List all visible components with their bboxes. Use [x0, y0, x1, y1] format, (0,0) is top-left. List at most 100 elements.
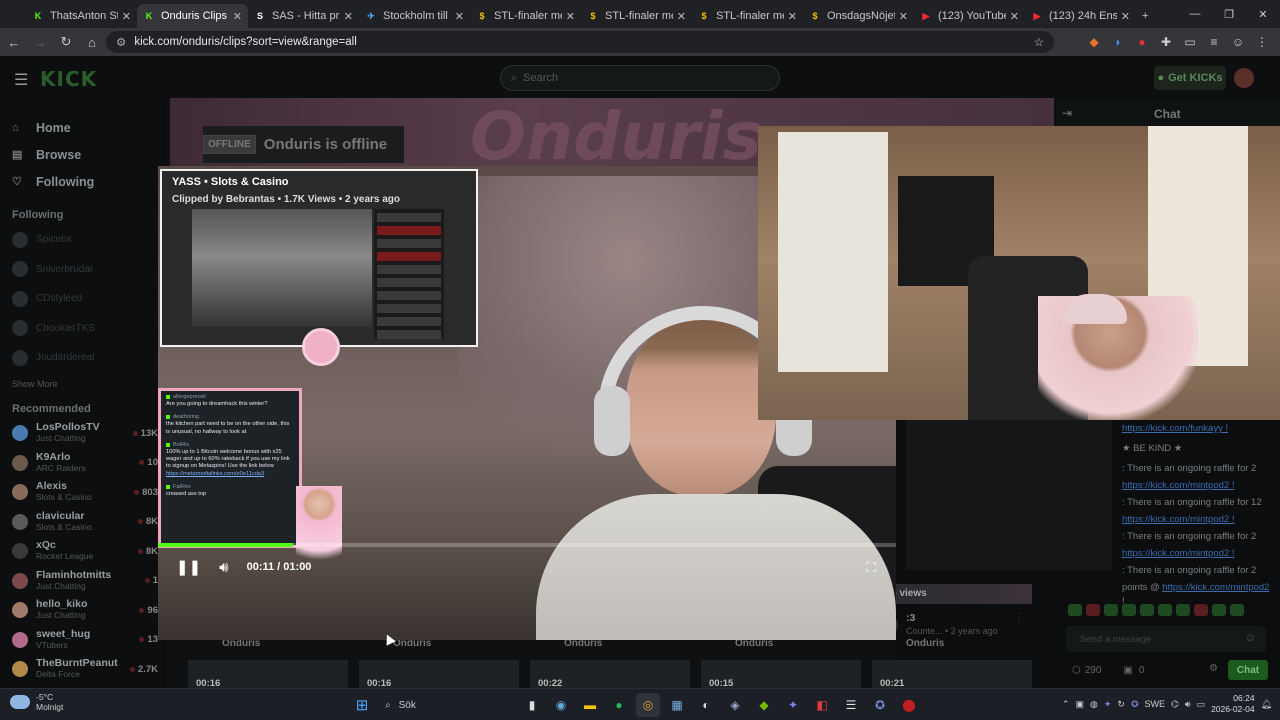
nvidia-icon[interactable]: ◆ — [752, 693, 776, 717]
forward-icon[interactable]: → — [28, 30, 52, 54]
app-red-icon[interactable]: ◧ — [810, 693, 834, 717]
sidebar-nav-item[interactable]: ▤ Browse — [0, 141, 166, 168]
tab-close-icon[interactable]: ✕ — [122, 10, 131, 23]
home-browser-icon[interactable]: ⌂ — [80, 30, 104, 54]
site-info-icon[interactable]: ⚙ — [116, 35, 126, 49]
browser-tab[interactable]: $ STL-finaler med V ✕ — [692, 4, 803, 28]
tray-chevron-icon[interactable]: ⌃ — [1062, 699, 1070, 710]
tray-app1-icon[interactable]: ▣ — [1076, 699, 1085, 710]
reading-list-icon[interactable]: ≡ — [1204, 32, 1224, 52]
browser-tab[interactable]: $ STL-finaler med V ✕ — [470, 4, 581, 28]
network-icon[interactable]: ⌬ — [1171, 699, 1179, 710]
overlay-chat-link[interactable]: https://metamedialinks.com/e0e11cda3 — [166, 471, 264, 477]
maximize-icon[interactable]: ❐ — [1212, 0, 1246, 28]
profile-avatar-icon[interactable]: ☺ — [1228, 32, 1248, 52]
tab-close-icon[interactable]: ✕ — [788, 10, 797, 23]
hamburger-menu-icon[interactable]: ☰ — [14, 70, 28, 90]
tab-close-icon[interactable]: ✕ — [233, 10, 242, 23]
chrome-icon[interactable]: ◎ — [636, 693, 660, 717]
clip-channel-name[interactable]: Onduris — [906, 638, 944, 649]
search-input[interactable]: ⌕ Search — [500, 65, 780, 91]
tab-close-icon[interactable]: ✕ — [677, 10, 686, 23]
browser-tab[interactable]: ✈ Stockholm till Me ✕ — [359, 4, 470, 28]
collapse-chat-icon[interactable]: ⇥ — [1062, 106, 1072, 120]
recommended-channel[interactable]: xQc Rocket League 8K — [0, 537, 166, 567]
clock[interactable]: 06:24 2026-02-04 — [1211, 693, 1254, 715]
clip-card[interactable]: 316 views:3 Counte... • 2 years ago Onduri… — [872, 584, 1032, 688]
volume-tray-icon[interactable]: 🔊︎ — [1185, 699, 1191, 710]
emote-icon[interactable] — [1212, 604, 1226, 616]
emoji-icon[interactable]: ☺ — [1245, 632, 1256, 644]
extension-wave-icon[interactable]: ◗ — [1108, 32, 1128, 52]
close-window-icon[interactable]: ✕ — [1246, 0, 1280, 28]
emote-icon[interactable] — [1104, 604, 1118, 616]
browser-tab[interactable]: $ OnsdagsNöjet - T ✕ — [803, 4, 914, 28]
browser-tab[interactable]: ▶ (123) YouTube ✕ — [914, 4, 1025, 28]
following-item[interactable]: Joudardereal — [0, 343, 166, 373]
extensions-puzzle-icon[interactable]: ✚ — [1156, 32, 1176, 52]
battery-icon[interactable]: ▭ — [1197, 699, 1206, 710]
clip-progress-bar[interactable] — [158, 543, 896, 547]
get-kicks-button[interactable]: ● Get KICKs — [1154, 66, 1226, 90]
browser-tab[interactable]: S SAS - Hitta prisvä ✕ — [248, 4, 359, 28]
browser-tab[interactable]: $ STL-finaler med V ✕ — [581, 4, 692, 28]
copilot-icon[interactable]: ◉ — [549, 693, 573, 717]
tab-close-icon[interactable]: ✕ — [455, 10, 464, 23]
spotify-icon[interactable]: ● — [607, 693, 631, 717]
file-explorer-icon[interactable]: ▬ — [578, 693, 602, 717]
recommended-channel[interactable]: Alexis Slots & Casino 803 — [0, 478, 166, 508]
browser-tab[interactable]: ▶ (123) 24h Ensam ✕ — [1025, 4, 1136, 28]
chat-link[interactable]: https://kick.com/mintpod2 ! — [1122, 480, 1234, 491]
minimize-icon[interactable]: — — [1178, 0, 1212, 28]
sidebar-nav-item[interactable]: ⌂ Home — [0, 114, 166, 141]
reload-icon[interactable]: ↻ — [54, 30, 78, 54]
clip-thumbnail[interactable]: 316 views — [872, 584, 1032, 604]
recommended-channel[interactable]: hello_kiko Just Chatting 96 — [0, 596, 166, 626]
recommended-channel[interactable]: LosPollosTV Just Chatting 13K — [0, 419, 166, 449]
tray-refresh-icon[interactable]: ↻ — [1117, 699, 1125, 710]
tab-close-icon[interactable]: ✕ — [1010, 10, 1019, 23]
kick-logo[interactable]: KICK — [40, 67, 97, 91]
gift-icon[interactable]: ▣ — [1123, 665, 1132, 676]
browser-tab[interactable]: K ThatsAnton Strea ✕ — [26, 4, 137, 28]
emote-icon[interactable] — [1086, 604, 1100, 616]
emote-icon[interactable] — [1176, 604, 1190, 616]
chat-link[interactable]: https://kick.com/mintpod2 — [1162, 582, 1269, 593]
recommended-channel[interactable]: Flaminhotmitts Just Chatting 1 — [0, 566, 166, 596]
chat-link[interactable]: https://kick.com/mintpod2 ! — [1122, 514, 1234, 525]
clip-menu-icon[interactable]: ⋮ — [1014, 612, 1024, 623]
chat-link[interactable]: https://kick.com/funkayy ! — [1122, 423, 1228, 434]
url-field[interactable]: ⚙ kick.com/onduris/clips?sort=view&range… — [106, 31, 1054, 53]
following-item[interactable]: Sniverbrudar — [0, 255, 166, 285]
steam-icon[interactable]: ◈ — [723, 693, 747, 717]
pause-icon[interactable]: ❚❚ — [176, 558, 201, 576]
chat-message-input[interactable]: Send a message ☺ — [1066, 626, 1266, 652]
tray-discord-icon[interactable]: ✪ — [1131, 699, 1139, 710]
weather-widget[interactable]: -5°C Molnigt — [10, 692, 63, 712]
back-icon[interactable]: ← — [2, 30, 26, 54]
cast-icon[interactable]: ▭ — [1180, 32, 1200, 52]
emote-icon[interactable] — [1158, 604, 1172, 616]
discord-icon[interactable]: ✪ — [868, 693, 892, 717]
volume-icon[interactable]: 🔊︎ — [219, 559, 228, 576]
browser-tab[interactable]: K Onduris Clips ✕ — [137, 4, 248, 28]
emote-icon[interactable] — [1140, 604, 1154, 616]
recommended-channel[interactable]: clavicular Slots & Casino 8K — [0, 507, 166, 537]
fullscreen-icon[interactable]: ⛶ — [866, 559, 876, 576]
show-more-link[interactable]: Show More — [0, 379, 166, 389]
teams-icon[interactable]: ✦ — [781, 693, 805, 717]
emote-icon[interactable] — [1230, 604, 1244, 616]
recommended-channel[interactable]: TheBurntPeanut Delta Force 2.7K — [0, 655, 166, 685]
tab-close-icon[interactable]: ✕ — [1121, 10, 1130, 23]
chat-settings-icon[interactable]: ⚙ — [1209, 663, 1218, 674]
task-view-icon[interactable]: ▮ — [520, 693, 544, 717]
bookmark-star-icon[interactable]: ☆ — [1034, 35, 1044, 49]
recommended-channel[interactable]: K9Arlo ARC Raiders 10 — [0, 448, 166, 478]
tab-close-icon[interactable]: ✕ — [566, 10, 575, 23]
following-item[interactable]: CDstyleed — [0, 284, 166, 314]
tray-teams-icon[interactable]: ✦ — [1104, 699, 1112, 710]
following-item[interactable]: ChookasTKS — [0, 314, 166, 344]
emote-icon[interactable] — [1194, 604, 1208, 616]
windows-start-icon[interactable]: ⊞ — [350, 693, 374, 717]
sidebar-nav-item[interactable]: ♡ Following — [0, 168, 166, 195]
